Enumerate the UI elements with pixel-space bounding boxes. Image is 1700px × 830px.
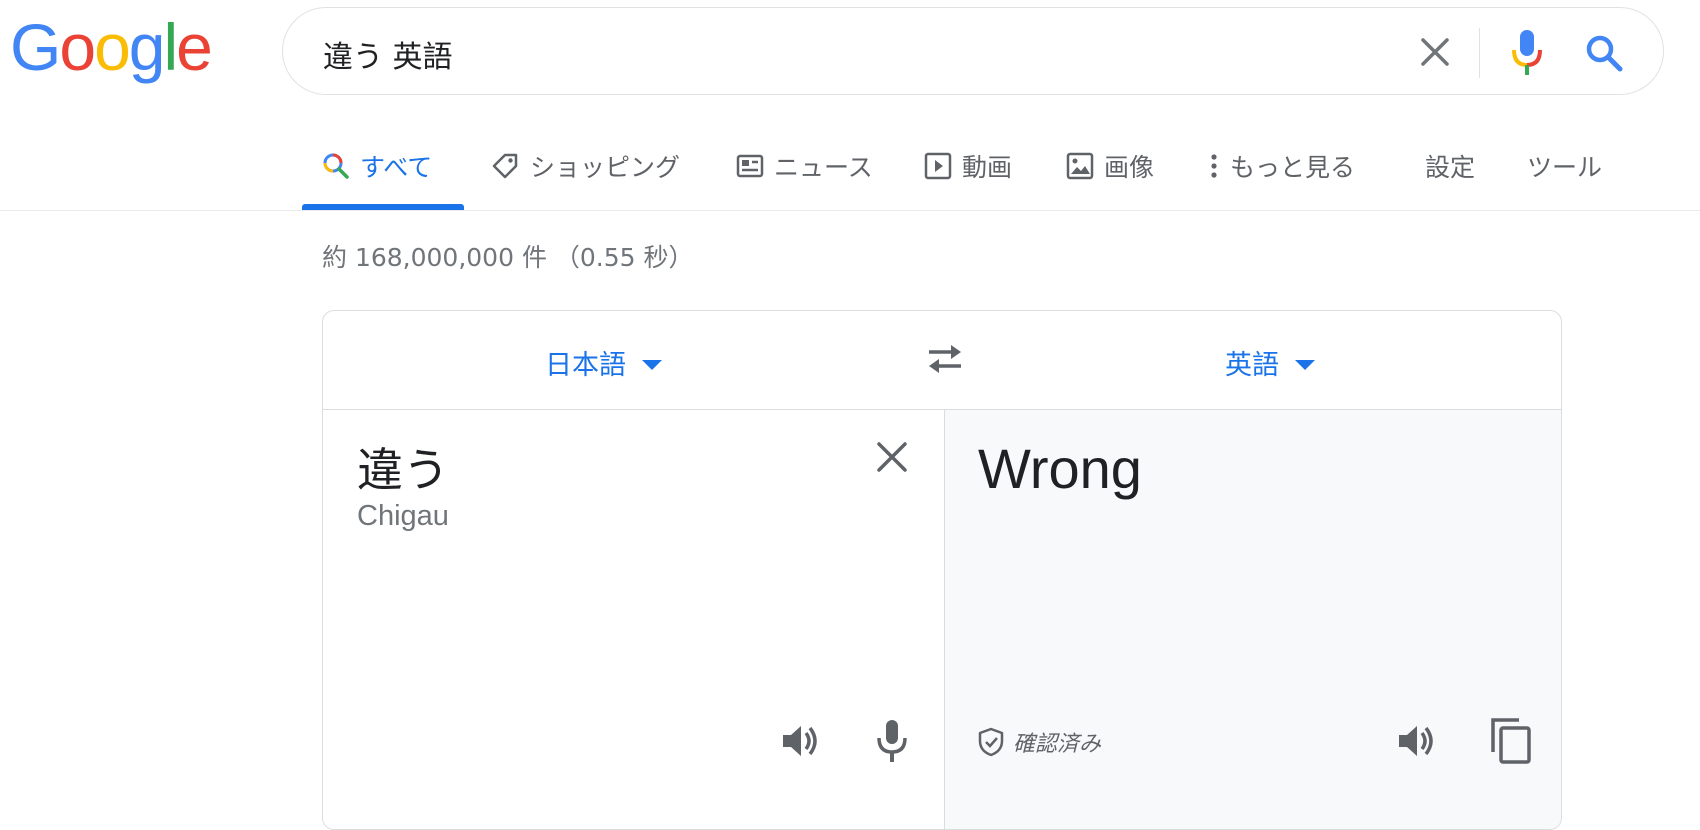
tag-icon xyxy=(492,153,518,179)
news-icon xyxy=(736,154,764,178)
logo-letter-g: G xyxy=(10,10,61,84)
source-text-input[interactable]: 違う xyxy=(357,434,449,500)
chevron-down-icon xyxy=(642,359,662,370)
chevron-down-icon xyxy=(1295,359,1315,370)
copy-icon[interactable] xyxy=(1489,716,1533,766)
target-language-select[interactable]: 英語 xyxy=(1225,343,1315,382)
image-icon xyxy=(1066,152,1094,180)
tab-news[interactable]: ニュース xyxy=(736,146,873,186)
verified-badge: 確認済み xyxy=(977,726,1101,758)
target-pane: Wrong 確認済み xyxy=(944,410,1561,829)
tab-all[interactable]: すべて xyxy=(322,146,432,186)
target-language-label: 英語 xyxy=(1225,350,1279,381)
search-box: 違う 英語 xyxy=(282,7,1664,95)
tab-shopping-label: ショッピング xyxy=(530,153,681,182)
active-tab-indicator xyxy=(302,204,464,210)
result-stats: 約 168,000,000 件 （0.55 秒） xyxy=(322,243,694,272)
speaker-icon[interactable] xyxy=(1395,720,1437,762)
google-logo[interactable]: Google xyxy=(10,10,213,84)
logo-letter-l: l xyxy=(163,10,179,84)
language-bar: 日本語 英語 xyxy=(323,311,1561,410)
logo-letter-o2: o xyxy=(94,10,131,84)
swap-languages-icon[interactable] xyxy=(923,341,967,377)
tab-images[interactable]: 画像 xyxy=(1066,146,1154,186)
source-language-label: 日本語 xyxy=(545,350,626,381)
search-icon xyxy=(323,153,349,179)
translation-output: Wrong xyxy=(978,437,1142,500)
search-input[interactable]: 違う 英語 xyxy=(323,32,453,76)
tab-images-label: 画像 xyxy=(1104,153,1155,182)
tab-videos-label: 動画 xyxy=(962,153,1013,182)
voice-search-icon[interactable] xyxy=(1509,28,1545,78)
clear-source-icon[interactable] xyxy=(873,438,911,476)
tab-all-label: すべて xyxy=(360,153,433,182)
verified-label: 確認済み xyxy=(1013,732,1102,757)
logo-letter-o1: o xyxy=(59,10,96,84)
tab-more[interactable]: もっと見る xyxy=(1208,146,1355,186)
search-icon[interactable] xyxy=(1583,32,1625,74)
source-language-select[interactable]: 日本語 xyxy=(545,343,662,382)
tab-videos[interactable]: 動画 xyxy=(924,146,1012,186)
source-pane: 違う Chigau xyxy=(323,410,943,829)
shield-check-icon xyxy=(978,727,1004,757)
tab-more-label: もっと見る xyxy=(1230,153,1356,182)
tab-tools[interactable]: ツール xyxy=(1527,146,1602,186)
search-tabs: すべて ショッピング ニュース 動画 画像 もっと見る 設定 ツール xyxy=(0,122,1700,211)
tab-tools-label: ツール xyxy=(1527,153,1603,182)
speaker-icon[interactable] xyxy=(779,720,821,762)
video-icon xyxy=(924,152,952,180)
clear-search-icon[interactable] xyxy=(1415,32,1455,72)
source-romanization: Chigau xyxy=(357,500,449,532)
tab-shopping[interactable]: ショッピング xyxy=(490,146,680,186)
tab-news-label: ニュース xyxy=(774,153,873,182)
translate-card: 日本語 英語 違う Chigau Wrong 確認済み xyxy=(322,310,1562,830)
tab-settings[interactable]: 設定 xyxy=(1425,146,1475,186)
more-vert-icon xyxy=(1211,154,1217,178)
logo-letter-g2: g xyxy=(128,10,166,84)
search-divider xyxy=(1479,28,1480,78)
logo-letter-e: e xyxy=(176,10,213,84)
mic-icon[interactable] xyxy=(875,718,909,764)
tab-settings-label: 設定 xyxy=(1425,153,1476,182)
